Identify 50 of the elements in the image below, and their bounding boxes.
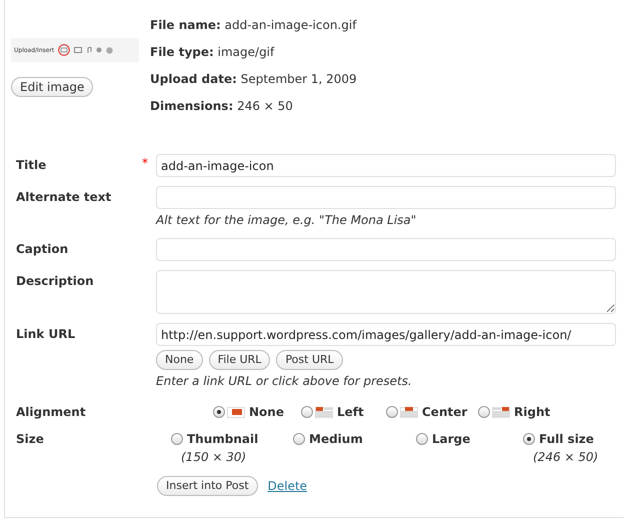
radio-label: Full size <box>539 431 594 448</box>
edit-image-button[interactable]: Edit image <box>11 77 94 97</box>
radio-button[interactable] <box>523 433 535 445</box>
field-label: Title <box>16 158 46 172</box>
field-label: Description <box>16 274 94 288</box>
file-info-text: File name: add-an-image-icon.gif <box>150 17 357 33</box>
size-dimensions: (246 × 50) <box>532 449 600 466</box>
radio-button[interactable] <box>478 406 490 418</box>
radio-button[interactable] <box>171 433 183 445</box>
file-info-text: Dimensions: 246 × 50 <box>150 98 294 114</box>
text-field[interactable]: http://en.support.wordpress.com/images/gallery/add-an-image-icon/ <box>156 323 616 346</box>
description-field[interactable] <box>156 270 616 314</box>
radio-label: Large <box>432 431 470 448</box>
radio-button[interactable] <box>293 433 305 445</box>
radio-label: Left <box>337 404 364 421</box>
file-info-text: File type: image/gif <box>150 44 276 60</box>
field-label: Alternate text <box>16 190 112 204</box>
delete-link[interactable]: Delete <box>268 477 308 495</box>
video-icon <box>74 47 82 53</box>
field-label: Size <box>16 432 44 446</box>
required-marker: * <box>142 156 148 170</box>
insert-into-post-button[interactable]: Insert into Post <box>157 476 258 496</box>
radio-button[interactable] <box>416 433 428 445</box>
field-label: Alignment <box>16 405 86 419</box>
align-right-icon <box>492 406 510 418</box>
text-field[interactable] <box>156 238 616 261</box>
radio-button[interactable] <box>386 406 398 418</box>
help-text: Enter a link URL or click above for presets. <box>156 373 413 390</box>
file-info-text: Upload date: September 1, 2009 <box>150 71 357 87</box>
align-center-icon <box>400 406 418 418</box>
help-text: Alt text for the image, e.g. "The Mona Lisa" <box>156 212 418 229</box>
radio-label: Right <box>514 404 550 421</box>
field-label: Link URL <box>16 327 76 341</box>
radio-label: Center <box>422 404 468 421</box>
align-none-icon <box>227 406 245 418</box>
size-dimensions: (150 × 30) <box>180 449 248 466</box>
preset-button[interactable]: None <box>156 350 203 370</box>
preset-button[interactable]: File URL <box>208 350 270 370</box>
radio-label: None <box>249 404 284 421</box>
radio-button[interactable] <box>213 406 225 418</box>
radio-label: Thumbnail <box>187 431 258 448</box>
text-field[interactable] <box>156 186 616 209</box>
field-label: Caption <box>16 242 68 256</box>
radio-label: Medium <box>309 431 363 448</box>
text-field[interactable]: add-an-image-icon <box>156 154 616 177</box>
radio-button[interactable] <box>301 406 313 418</box>
media-icon <box>96 47 102 53</box>
align-left-icon <box>315 406 333 418</box>
image-icon <box>58 44 70 56</box>
preset-button[interactable]: Post URL <box>276 350 343 370</box>
